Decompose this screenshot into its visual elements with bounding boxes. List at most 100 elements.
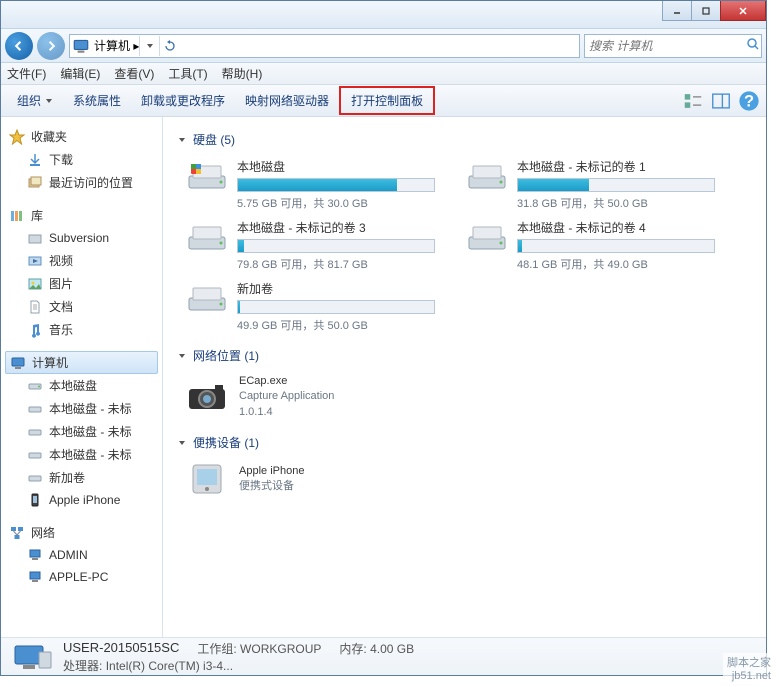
menu-tools[interactable]: 工具(T) bbox=[168, 65, 207, 82]
favorites-header[interactable]: 收藏夹 bbox=[1, 125, 162, 148]
drive-icon bbox=[465, 219, 509, 255]
computer-header[interactable]: 计算机 bbox=[5, 351, 158, 374]
star-icon bbox=[9, 129, 25, 145]
drive-name: 本地磁盘 - 未标记的卷 3 bbox=[237, 219, 435, 236]
libraries-header[interactable]: 库 bbox=[1, 204, 162, 227]
sidebar-local-disk-1[interactable]: 本地磁盘 - 未标 bbox=[1, 397, 162, 420]
view-mode-button[interactable] bbox=[682, 90, 704, 112]
drive-usage-bar bbox=[237, 239, 435, 253]
sidebar-local-disk-2[interactable]: 本地磁盘 - 未标 bbox=[1, 420, 162, 443]
open-control-panel[interactable]: 打开控制面板 bbox=[339, 86, 435, 115]
drive-stats: 48.1 GB 可用，共 49.0 GB bbox=[517, 256, 715, 272]
picture-icon bbox=[27, 276, 43, 292]
close-button[interactable] bbox=[720, 1, 766, 21]
address-bar[interactable]: 计算机 ▸ bbox=[69, 34, 580, 58]
menu-file[interactable]: 文件(F) bbox=[7, 65, 46, 82]
maximize-button[interactable] bbox=[691, 1, 721, 21]
portable-name: Apple iPhone bbox=[239, 464, 304, 479]
menu-view[interactable]: 查看(V) bbox=[114, 65, 154, 82]
sidebar-local-disk-0[interactable]: 本地磁盘 bbox=[1, 374, 162, 397]
sidebar: 收藏夹 下载 最近访问的位置 库 Subversion 视频 图片 文档 音乐 … bbox=[1, 117, 163, 637]
drive-usage-bar bbox=[517, 178, 715, 192]
drive-item[interactable]: 新加卷49.9 GB 可用，共 50.0 GB bbox=[185, 280, 435, 333]
sidebar-videos[interactable]: 视频 bbox=[1, 249, 162, 272]
titlebar bbox=[1, 1, 766, 29]
svg-text:?: ? bbox=[744, 92, 754, 110]
drive-usage-bar bbox=[517, 239, 715, 253]
portable-item[interactable]: Apple iPhone 便携式设备 bbox=[185, 461, 752, 497]
drive-name: 本地磁盘 bbox=[237, 158, 435, 175]
organize-button[interactable]: 组织 bbox=[7, 88, 63, 113]
drive-icon bbox=[465, 158, 509, 194]
drive-icon bbox=[185, 280, 229, 316]
computer-icon bbox=[72, 37, 90, 55]
minimize-button[interactable] bbox=[662, 1, 692, 21]
back-button[interactable] bbox=[5, 32, 33, 60]
portable-desc: 便携式设备 bbox=[239, 479, 304, 494]
menu-help[interactable]: 帮助(H) bbox=[222, 65, 263, 82]
forward-button[interactable] bbox=[37, 32, 65, 60]
sidebar-iphone[interactable]: Apple iPhone bbox=[1, 489, 162, 511]
sidebar-apple-pc[interactable]: APPLE-PC bbox=[1, 566, 162, 588]
sidebar-new-volume[interactable]: 新加卷 bbox=[1, 466, 162, 489]
phone-icon bbox=[27, 492, 43, 508]
system-properties[interactable]: 系统属性 bbox=[63, 88, 131, 113]
library-icon bbox=[9, 208, 25, 224]
netloc-item[interactable]: ECap.exe Capture Application 1.0.1.4 bbox=[185, 374, 752, 420]
uninstall-programs[interactable]: 卸载或更改程序 bbox=[131, 88, 235, 113]
sidebar-recent[interactable]: 最近访问的位置 bbox=[1, 171, 162, 194]
network-header[interactable]: 网络 bbox=[1, 521, 162, 544]
preview-pane-button[interactable] bbox=[710, 90, 732, 112]
search-input[interactable] bbox=[589, 39, 746, 53]
search-box[interactable] bbox=[584, 34, 762, 58]
sidebar-pictures[interactable]: 图片 bbox=[1, 272, 162, 295]
drive-item[interactable]: 本地磁盘 - 未标记的卷 1 31.8 GB 可用，共 50.0 GB bbox=[465, 158, 715, 211]
map-network-drive[interactable]: 映射网络驱动器 bbox=[235, 88, 339, 113]
menu-edit[interactable]: 编辑(E) bbox=[60, 65, 100, 82]
drive-item[interactable]: 本地磁盘 5.75 GB 可用，共 30.0 GB bbox=[185, 158, 435, 211]
sidebar-music[interactable]: 音乐 bbox=[1, 318, 162, 341]
sidebar-subversion[interactable]: Subversion bbox=[1, 227, 162, 249]
explorer-window: 计算机 ▸ 文件(F) 编辑(E) 查看(V) 工具(T) 帮助(H) 组织 系… bbox=[0, 0, 767, 676]
main-panel: 硬盘 (5) 本地磁盘 5.75 GB 可用，共 30.0 GB 本地磁盘 - 未… bbox=[163, 117, 766, 637]
drive-usage-bar bbox=[237, 300, 435, 314]
refresh-button[interactable] bbox=[159, 36, 179, 56]
drive-icon bbox=[27, 378, 43, 394]
drive-icon bbox=[185, 219, 229, 255]
netloc-name: ECap.exe bbox=[239, 374, 334, 389]
drive-icon bbox=[27, 424, 43, 440]
network-icon bbox=[9, 525, 25, 541]
search-icon bbox=[746, 37, 760, 54]
address-dropdown[interactable] bbox=[139, 36, 159, 56]
details-name: USER-20150515SC bbox=[63, 640, 179, 657]
netloc-version: 1.0.1.4 bbox=[239, 405, 334, 420]
drive-name: 本地磁盘 - 未标记的卷 4 bbox=[517, 219, 715, 236]
category-netloc[interactable]: 网络位置 (1) bbox=[177, 347, 752, 364]
sidebar-local-disk-3[interactable]: 本地磁盘 - 未标 bbox=[1, 443, 162, 466]
drive-stats: 31.8 GB 可用，共 50.0 GB bbox=[517, 195, 715, 211]
help-button[interactable]: ? bbox=[738, 90, 760, 112]
sidebar-downloads[interactable]: 下载 bbox=[1, 148, 162, 171]
drive-stats: 5.75 GB 可用，共 30.0 GB bbox=[237, 195, 435, 211]
drive-icon bbox=[27, 447, 43, 463]
recent-icon bbox=[27, 175, 43, 191]
video-icon bbox=[27, 253, 43, 269]
watermark: 脚本之家 jb51.net bbox=[723, 653, 775, 683]
sidebar-documents[interactable]: 文档 bbox=[1, 295, 162, 318]
pc-icon bbox=[27, 569, 43, 585]
category-hdds[interactable]: 硬盘 (5) bbox=[177, 131, 752, 148]
navbar: 计算机 ▸ bbox=[1, 29, 766, 63]
sidebar-admin[interactable]: ADMIN bbox=[1, 544, 162, 566]
netloc-desc: Capture Application bbox=[239, 389, 334, 404]
drive-item[interactable]: 本地磁盘 - 未标记的卷 4 48.1 GB 可用，共 49.0 GB bbox=[465, 219, 715, 272]
details-pane: USER-20150515SC 工作组: WORKGROUP 内存: 4.00 … bbox=[1, 637, 766, 675]
drive-name: 本地磁盘 - 未标记的卷 1 bbox=[517, 158, 715, 175]
drive-item[interactable]: 本地磁盘 - 未标记的卷 379.8 GB 可用，共 81.7 GB bbox=[185, 219, 435, 272]
drive-icon bbox=[27, 470, 43, 486]
computer-icon bbox=[11, 642, 53, 672]
music-icon bbox=[27, 322, 43, 338]
category-portable[interactable]: 便携设备 (1) bbox=[177, 434, 752, 451]
document-icon bbox=[27, 299, 43, 315]
download-icon bbox=[27, 152, 43, 168]
camera-icon bbox=[185, 379, 229, 415]
